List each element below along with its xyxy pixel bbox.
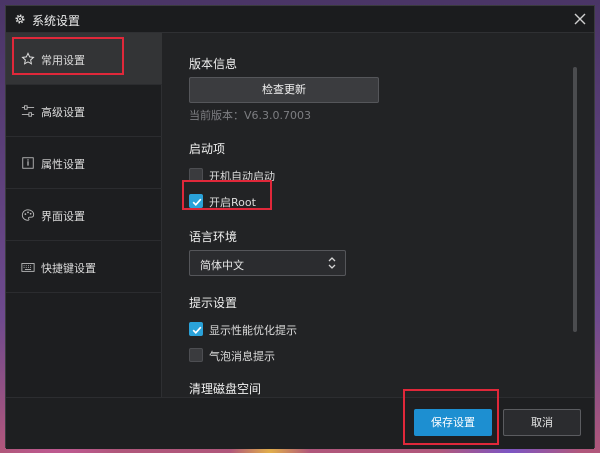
checkmark-icon <box>192 326 202 335</box>
gear-icon <box>15 14 25 24</box>
info-icon <box>22 157 34 169</box>
sidebar-item-advanced[interactable]: 高级设置 <box>6 85 162 137</box>
tips-section-title: 提示设置 <box>189 296 238 310</box>
sliders-icon <box>21 105 35 117</box>
title-bar: 系统设置 <box>6 6 594 33</box>
checkbox-label: 气泡消息提示 <box>209 350 275 363</box>
current-version-text: 当前版本：V6.3.0.7003 <box>189 109 312 122</box>
language-section-title: 语言环境 <box>189 230 238 244</box>
sidebar-item-label: 界面设置 <box>41 210 85 223</box>
checkmark-icon <box>192 198 202 207</box>
dialog-footer: 保存设置 取消 <box>6 397 594 449</box>
checkbox-checked[interactable] <box>189 322 203 336</box>
check-update-button[interactable]: 检查更新 <box>189 77 379 103</box>
scrollbar-thumb[interactable] <box>573 67 577 332</box>
sidebar-item-label: 快捷键设置 <box>41 262 96 275</box>
checkbox-label: 开启Root <box>209 196 256 209</box>
checkbox-label: 显示性能优化提示 <box>209 324 297 337</box>
checkbox-unchecked[interactable] <box>189 168 203 182</box>
cancel-button[interactable]: 取消 <box>503 409 581 436</box>
language-select[interactable]: 简体中文 <box>189 250 346 276</box>
disk-section-title: 清理磁盘空间 <box>189 382 262 396</box>
startup-section-title: 启动项 <box>189 142 226 156</box>
window-title: 系统设置 <box>32 14 81 28</box>
sidebar-item-general[interactable]: 常用设置 <box>6 33 162 85</box>
scrollbar[interactable] <box>573 67 577 397</box>
language-select-value: 简体中文 <box>200 259 244 272</box>
checkbox-checked[interactable] <box>189 194 203 208</box>
checkbox-unchecked[interactable] <box>189 348 203 362</box>
chevron-updown-icon <box>328 257 336 269</box>
save-settings-button[interactable]: 保存设置 <box>414 409 492 436</box>
sidebar: 常用设置 高级设置 属性设置 界面设置 快捷键设置 <box>6 33 162 397</box>
sidebar-item-label: 常用设置 <box>41 54 85 67</box>
star-icon <box>21 52 35 65</box>
sidebar-item-properties[interactable]: 属性设置 <box>6 137 162 189</box>
settings-dialog: 系统设置 常用设置 高级设置 属性设置 界面设置 快捷键设置 版本信息 检查更新… <box>5 5 595 449</box>
keyboard-icon <box>21 263 35 272</box>
checkbox-label: 开机自动启动 <box>209 170 275 183</box>
close-icon[interactable] <box>572 11 588 27</box>
version-section-title: 版本信息 <box>189 57 238 71</box>
sidebar-item-interface[interactable]: 界面设置 <box>6 189 162 241</box>
sidebar-item-label: 属性设置 <box>41 158 85 171</box>
palette-icon <box>21 209 35 221</box>
sidebar-item-shortcuts[interactable]: 快捷键设置 <box>6 241 162 293</box>
settings-content: 版本信息 检查更新 当前版本：V6.3.0.7003 启动项 开机自动启动 开启… <box>163 33 583 397</box>
sidebar-item-label: 高级设置 <box>41 106 85 119</box>
